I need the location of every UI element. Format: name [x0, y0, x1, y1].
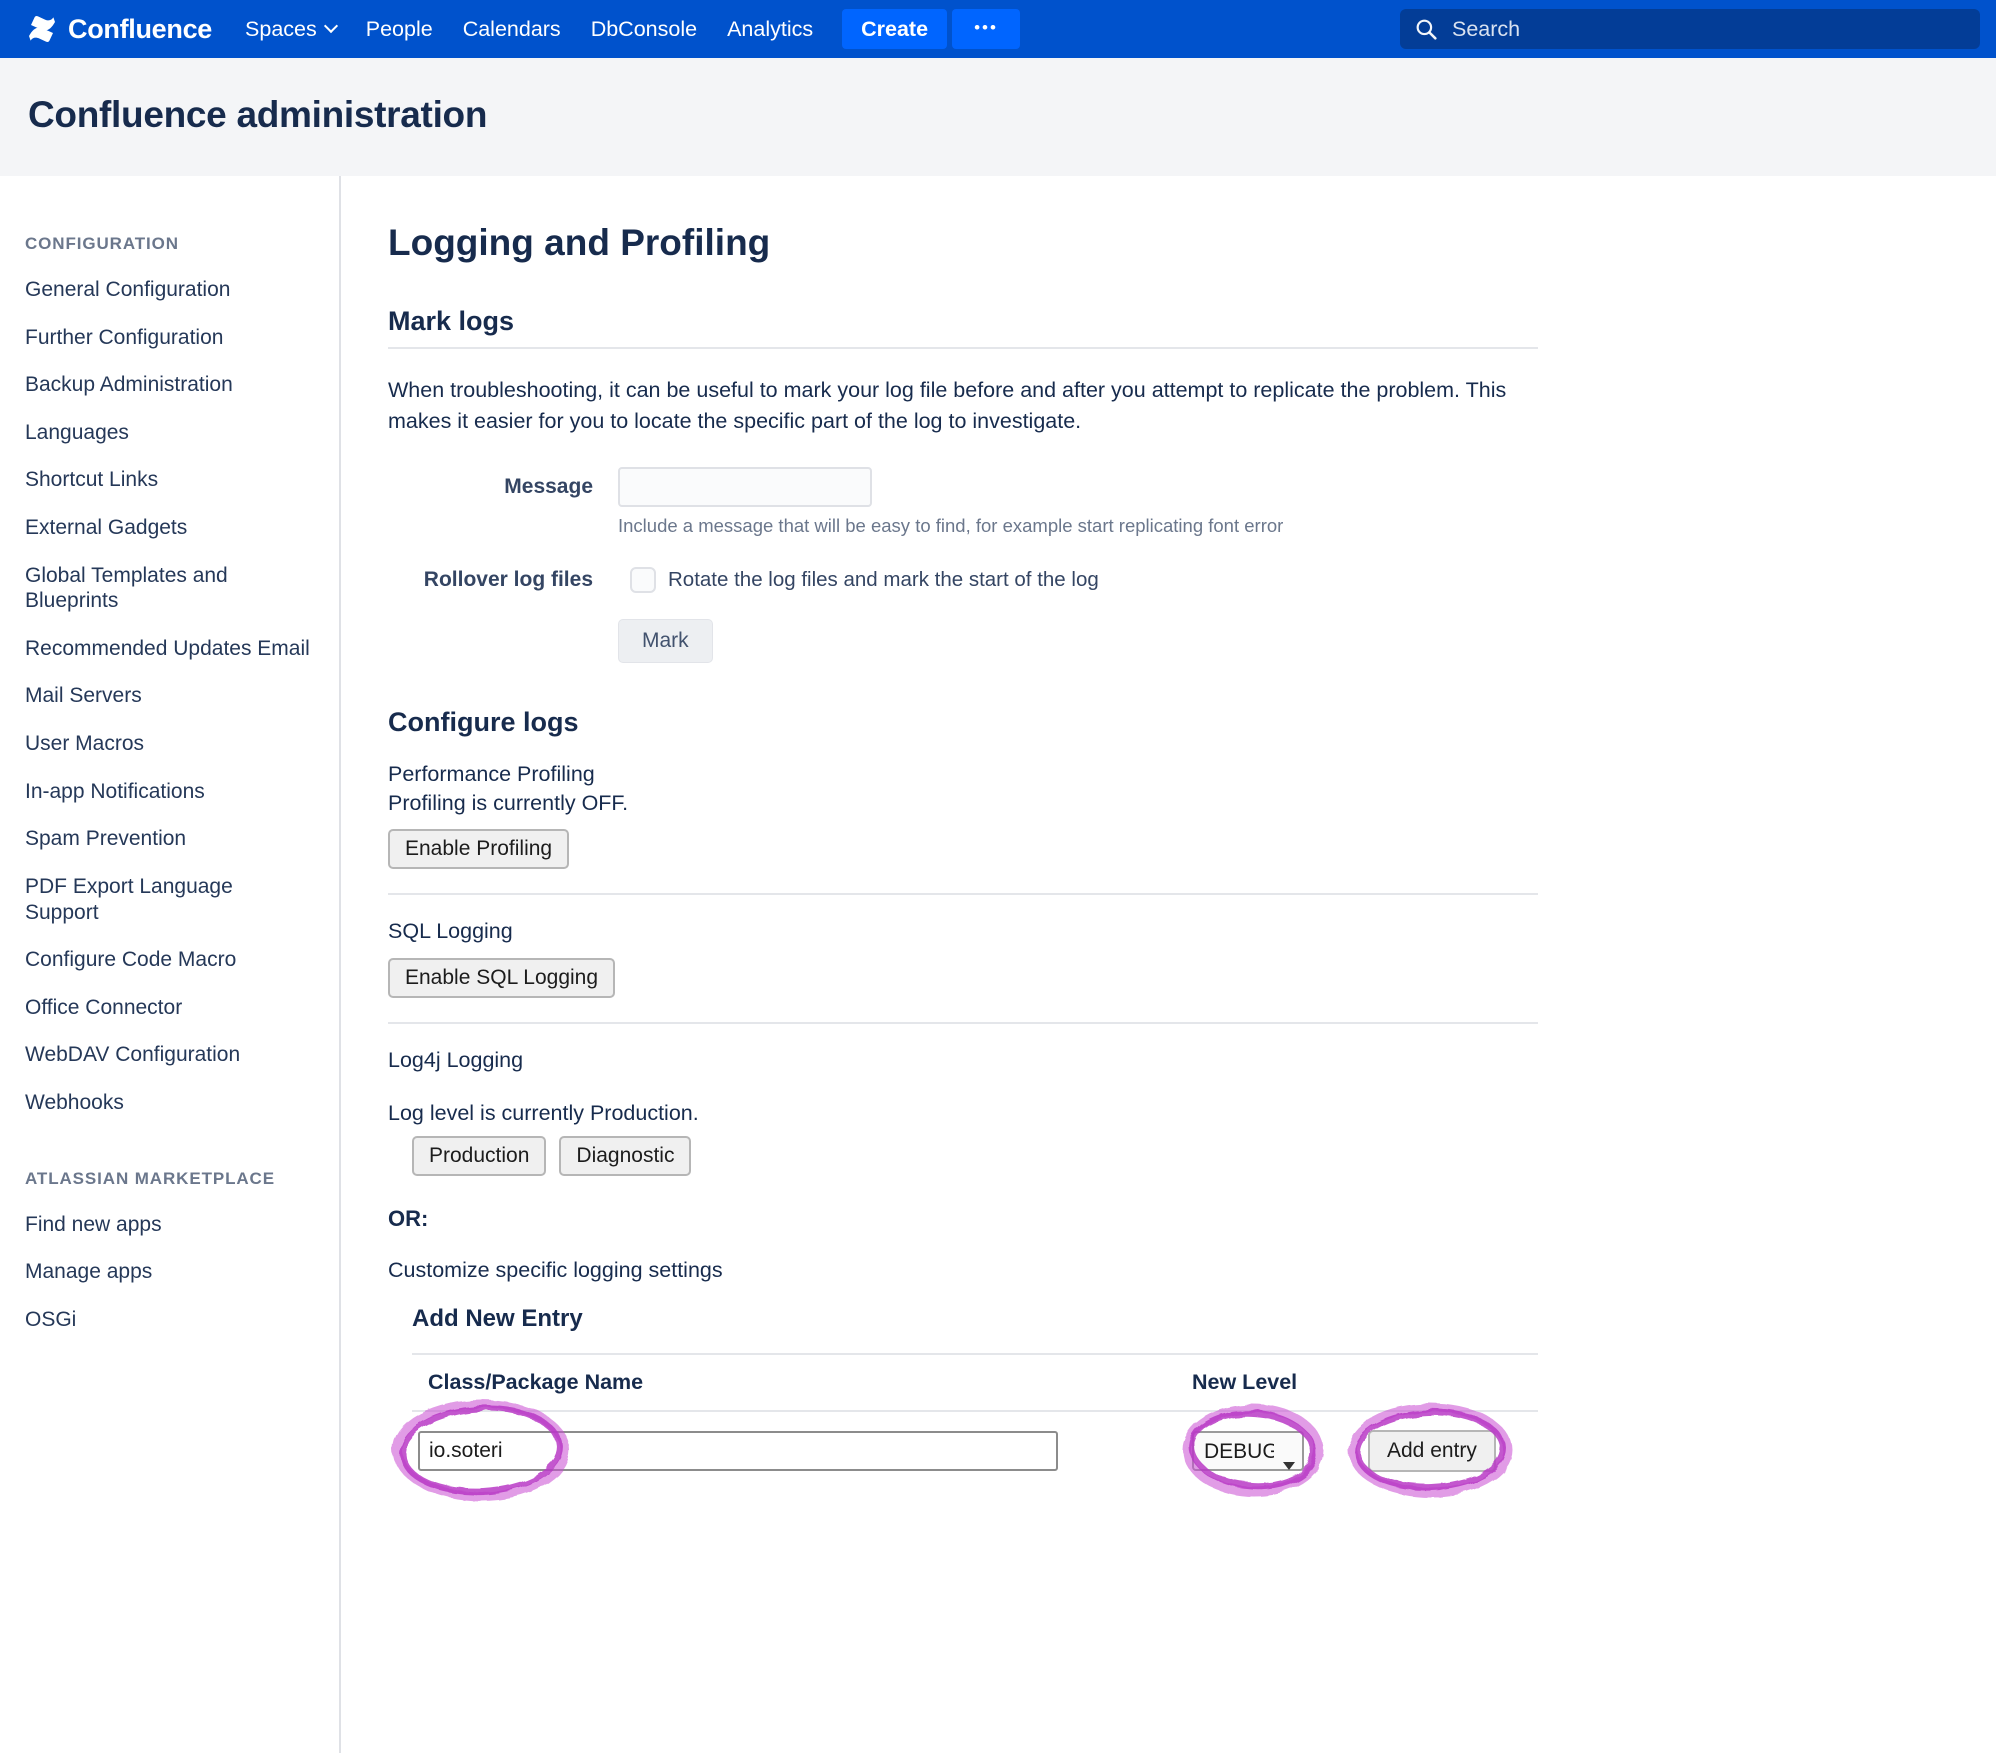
mark-logs-heading: Mark logs — [388, 306, 1538, 337]
message-label: Message — [388, 475, 593, 499]
confluence-logo[interactable]: Confluence — [26, 13, 212, 45]
or-label: OR: — [388, 1206, 1538, 1232]
sql-logging-title: SQL Logging — [388, 919, 1538, 944]
log4j-logging-title: Log4j Logging — [388, 1048, 1538, 1073]
create-button[interactable]: Create — [842, 9, 947, 49]
column-header-new-level: New Level — [1192, 1370, 1368, 1395]
sidebar-item-general-configuration[interactable]: General Configuration — [25, 266, 311, 314]
sidebar-item-osgi[interactable]: OSGi — [25, 1296, 311, 1344]
search-input[interactable] — [1450, 16, 1967, 43]
sidebar-item-configure-code-macro[interactable]: Configure Code Macro — [25, 936, 311, 984]
rollover-checkbox-label: Rotate the log files and mark the start … — [668, 568, 1099, 592]
configure-logs-heading: Configure logs — [388, 707, 1538, 738]
nav-spaces[interactable]: Spaces — [230, 0, 351, 58]
sidebar-item-office-connector[interactable]: Office Connector — [25, 984, 311, 1032]
top-nav: Confluence Spaces People Calendars DbCon… — [0, 0, 1996, 58]
mark-logs-description: When troubleshooting, it can be useful t… — [388, 375, 1538, 437]
sidebar-item-further-configuration[interactable]: Further Configuration — [25, 314, 311, 362]
sidebar-section-configuration: CONFIGURATION General Configuration Furt… — [25, 234, 311, 1127]
add-entry-table: Class/Package Name New Level DEBUG — [412, 1353, 1538, 1490]
nav-analytics[interactable]: Analytics — [712, 0, 828, 58]
sidebar-item-pdf-export-language-support[interactable]: PDF Export Language Support — [25, 863, 311, 936]
divider — [388, 893, 1538, 895]
nav-dbconsole[interactable]: DbConsole — [576, 0, 712, 58]
rollover-checkbox[interactable] — [630, 567, 656, 593]
log-level-status-text: Log level is currently Production. — [388, 1101, 1538, 1126]
sidebar-section-marketplace: ATLASSIAN MARKETPLACE Find new apps Mana… — [25, 1169, 311, 1344]
admin-sidebar: CONFIGURATION General Configuration Furt… — [0, 176, 341, 1753]
chevron-down-icon — [324, 19, 338, 33]
message-help-text: Include a message that will be easy to f… — [618, 515, 1538, 537]
sidebar-item-webdav-configuration[interactable]: WebDAV Configuration — [25, 1031, 311, 1079]
sidebar-item-external-gadgets[interactable]: External Gadgets — [25, 504, 311, 552]
confluence-logo-icon — [26, 13, 58, 45]
sidebar-item-manage-apps[interactable]: Manage apps — [25, 1248, 311, 1296]
nav-calendars[interactable]: Calendars — [448, 0, 576, 58]
class-package-input[interactable] — [418, 1431, 1058, 1471]
main-content: Logging and Profiling Mark logs When tro… — [341, 176, 1538, 1753]
page-header-title: Confluence administration — [28, 94, 1968, 136]
more-button[interactable]: ••• — [952, 9, 1020, 49]
new-level-select[interactable]: DEBUG — [1192, 1431, 1304, 1471]
search-box[interactable] — [1400, 9, 1980, 49]
sidebar-item-recommended-updates-email[interactable]: Recommended Updates Email — [25, 625, 311, 673]
sidebar-heading-marketplace: ATLASSIAN MARKETPLACE — [25, 1169, 311, 1189]
enable-sql-logging-button[interactable]: Enable SQL Logging — [388, 958, 615, 998]
column-header-class-package: Class/Package Name — [412, 1370, 1192, 1395]
nav-people[interactable]: People — [351, 0, 448, 58]
sidebar-item-user-macros[interactable]: User Macros — [25, 720, 311, 768]
message-input[interactable] — [618, 467, 872, 507]
search-icon — [1413, 16, 1439, 42]
sidebar-item-webhooks[interactable]: Webhooks — [25, 1079, 311, 1127]
sidebar-item-mail-servers[interactable]: Mail Servers — [25, 672, 311, 720]
sidebar-item-languages[interactable]: Languages — [25, 409, 311, 457]
customize-logging-text: Customize specific logging settings — [388, 1258, 1538, 1283]
divider — [388, 347, 1538, 349]
sidebar-item-shortcut-links[interactable]: Shortcut Links — [25, 456, 311, 504]
divider — [388, 1022, 1538, 1024]
mark-button[interactable]: Mark — [618, 619, 713, 663]
sidebar-heading-configuration: CONFIGURATION — [25, 234, 311, 254]
performance-profiling-title: Performance Profiling — [388, 762, 1538, 787]
diagnostic-button[interactable]: Diagnostic — [559, 1136, 691, 1176]
sidebar-item-backup-administration[interactable]: Backup Administration — [25, 361, 311, 409]
page-title: Logging and Profiling — [388, 222, 1538, 264]
enable-profiling-button[interactable]: Enable Profiling — [388, 829, 569, 869]
add-entry-button[interactable]: Add entry — [1368, 1430, 1496, 1472]
production-button[interactable]: Production — [412, 1136, 546, 1176]
add-entry-row: DEBUG Add entry — [412, 1412, 1538, 1490]
sidebar-item-spam-prevention[interactable]: Spam Prevention — [25, 815, 311, 863]
sidebar-item-global-templates[interactable]: Global Templates and Blueprints — [25, 552, 311, 625]
page-header: Confluence administration — [0, 58, 1996, 176]
brand-name: Confluence — [68, 14, 212, 45]
rollover-label: Rollover log files — [388, 568, 593, 592]
sidebar-item-find-new-apps[interactable]: Find new apps — [25, 1201, 311, 1249]
profiling-status-text: Profiling is currently OFF. — [388, 791, 1538, 816]
add-new-entry-heading: Add New Entry — [412, 1305, 1538, 1333]
sidebar-item-in-app-notifications[interactable]: In-app Notifications — [25, 768, 311, 816]
